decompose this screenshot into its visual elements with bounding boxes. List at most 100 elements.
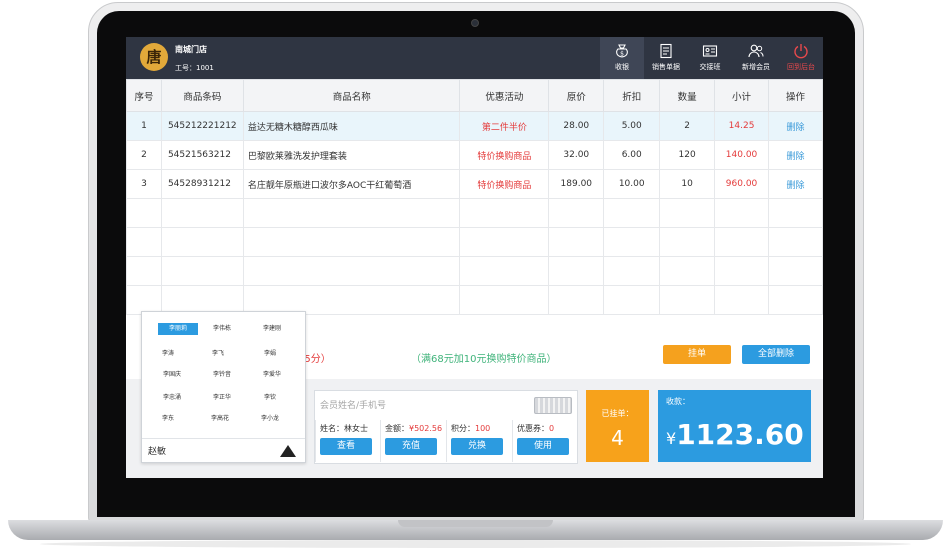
total-label: 收款： <box>666 397 690 406</box>
suggestion-item[interactable]: 李伟栋 <box>202 323 242 335</box>
member-points-cell: 积分：100 兑换 <box>446 420 509 462</box>
table-row[interactable]: 2 54521563212 巴黎欧莱雅洗发护理套装 特价换购商品 32.00 6… <box>126 140 823 170</box>
col-header-subtotal: 小计 <box>714 79 770 112</box>
empty-row <box>126 256 823 286</box>
suggestion-item[interactable]: 李钤音 <box>202 369 242 381</box>
suggestion-item[interactable]: 李娟 <box>250 348 290 360</box>
view-member-button[interactable]: 查看 <box>320 438 372 455</box>
table-row[interactable]: 1 545212221212 益达无糖木糖醇西瓜味 第二件半价 28.00 5.… <box>126 111 823 141</box>
row-code: 54521563212 <box>160 140 244 170</box>
suggestion-item[interactable]: 李丽莉 <box>158 323 198 335</box>
suggestion-item[interactable]: 李忠涌 <box>152 392 192 404</box>
row-qty[interactable]: 2 <box>659 111 716 141</box>
row-name: 巴黎欧莱雅洗发护理套装 <box>242 140 461 170</box>
hung-orders-count: 4 <box>611 426 624 450</box>
table-row[interactable]: 3 54528931212 名庄靓年原瓶进口波尔多AOC干红葡萄酒 特价换购商品… <box>126 169 823 199</box>
pos-screen: 唐 南城门店 工号：1001 $ 收银 销售单据 交接班 新增会员 回到后台 序… <box>126 37 823 478</box>
triangle-up-icon[interactable] <box>280 445 296 457</box>
table-header-row: 序号 商品条码 商品名称 优惠活动 原价 折扣 数量 小计 操作 <box>126 79 823 112</box>
row-code: 54528931212 <box>160 169 244 199</box>
power-icon <box>793 43 809 59</box>
keyboard-icon[interactable] <box>534 397 572 414</box>
suggestion-item[interactable]: 李爱华 <box>252 369 292 381</box>
delete-link[interactable]: 删除 <box>768 111 823 141</box>
member-points: 100 <box>475 424 491 433</box>
row-promo: 特价换购商品 <box>459 140 550 170</box>
member-coupons: 0 <box>549 424 555 433</box>
promo-text: （满68元加10元换购特价商品） <box>411 354 557 365</box>
row-price: 28.00 <box>548 111 605 141</box>
member-balance: ¥502.56 <box>409 424 443 433</box>
redeem-button[interactable]: 兑换 <box>451 438 503 455</box>
shift-handover-button[interactable]: 交接班 <box>688 37 732 79</box>
col-header-code: 商品条码 <box>160 79 244 112</box>
add-member-button[interactable]: 新增会员 <box>734 37 778 79</box>
store-name: 南城门店 <box>175 45 207 54</box>
suggestion-item[interactable]: 李建刚 <box>252 323 292 335</box>
recharge-button[interactable]: 充值 <box>385 438 437 455</box>
col-header-price: 原价 <box>548 79 605 112</box>
top-bar: 唐 南城门店 工号：1001 $ 收银 销售单据 交接班 新增会员 回到后台 <box>126 37 823 79</box>
row-price: 189.00 <box>548 169 605 199</box>
col-header-no: 序号 <box>126 79 162 112</box>
row-qty[interactable]: 120 <box>659 140 716 170</box>
sales-records-button[interactable]: 销售单据 <box>644 37 688 79</box>
money-bag-icon: $ <box>614 43 630 59</box>
row-discount[interactable]: 6.00 <box>603 140 661 170</box>
suggestion-input-value[interactable]: 赵敏 <box>148 444 166 457</box>
name-suggestion-popup: 李丽莉 李伟栋 李建刚 李涛 李飞 李娟 李国庆 李钤音 李爱华 李忠涌 李正华… <box>141 311 306 463</box>
use-coupon-button[interactable]: 使用 <box>517 438 569 455</box>
empty-row <box>126 227 823 257</box>
col-header-qty: 数量 <box>659 79 716 112</box>
suggestion-input-row[interactable]: 赵敏 <box>142 438 305 463</box>
row-no: 3 <box>126 169 162 199</box>
suggestion-item[interactable]: 李钦 <box>250 392 290 404</box>
row-promo: 第二件半价 <box>459 111 550 141</box>
row-code: 545212221212 <box>160 111 244 141</box>
delete-link[interactable]: 删除 <box>768 140 823 170</box>
suggestion-item[interactable]: 李正华 <box>202 392 242 404</box>
member-panel: 会员姓名/手机号 姓名：林女士 查看 金额：¥502.56 充值 积分：100 … <box>314 390 578 464</box>
row-subtotal: 14.25 <box>714 111 770 141</box>
hung-orders-button[interactable]: 已挂单： 4 <box>586 390 649 462</box>
cart-table: 序号 商品条码 商品名称 优惠活动 原价 折扣 数量 小计 操作 1 54521… <box>126 79 823 315</box>
row-qty[interactable]: 10 <box>659 169 716 199</box>
row-name: 益达无糖木糖醇西瓜味 <box>242 111 461 141</box>
svg-text:$: $ <box>620 51 624 58</box>
row-no: 1 <box>126 111 162 141</box>
suggestion-item[interactable]: 李飞 <box>198 348 238 360</box>
delete-all-button[interactable]: 全部删除 <box>742 345 810 364</box>
suggestion-item[interactable]: 李小龙 <box>250 413 290 425</box>
col-header-name: 商品名称 <box>242 79 461 112</box>
col-header-promo: 优惠活动 <box>459 79 550 112</box>
id-card-icon <box>702 43 718 59</box>
suggestion-item[interactable]: 李高花 <box>200 413 240 425</box>
row-name: 名庄靓年原瓶进口波尔多AOC干红葡萄酒 <box>242 169 461 199</box>
cashier-button[interactable]: $ 收银 <box>600 37 644 79</box>
row-discount[interactable]: 10.00 <box>603 169 661 199</box>
suggestion-item[interactable]: 李涛 <box>148 348 188 360</box>
empty-row <box>126 198 823 228</box>
staff-id: 工号：1001 <box>175 64 214 72</box>
camera-icon <box>471 19 479 27</box>
member-coupon-cell: 优惠券：0 使用 <box>512 420 575 462</box>
suggestion-item[interactable]: 李东 <box>148 413 188 425</box>
row-no: 2 <box>126 140 162 170</box>
member-balance-cell: 金额：¥502.56 充值 <box>380 420 443 462</box>
member-name: 林女士 <box>344 424 368 433</box>
laptop-shadow <box>40 540 911 548</box>
suggestion-item[interactable]: 李国庆 <box>152 369 192 381</box>
col-header-discount: 折扣 <box>603 79 661 112</box>
checkout-button[interactable]: 收款： ¥1123.60 <box>658 390 811 462</box>
row-subtotal: 140.00 <box>714 140 770 170</box>
back-to-admin-button[interactable]: 回到后台 <box>779 37 823 79</box>
row-discount[interactable]: 5.00 <box>603 111 661 141</box>
member-search-input[interactable]: 会员姓名/手机号 <box>320 396 570 416</box>
total-amount: ¥1123.60 <box>666 418 804 451</box>
add-member-icon <box>748 43 764 59</box>
row-price: 32.00 <box>548 140 605 170</box>
hang-order-button[interactable]: 挂单 <box>663 345 731 364</box>
laptop-notch <box>398 520 553 527</box>
delete-link[interactable]: 删除 <box>768 169 823 199</box>
hung-orders-label: 已挂单： <box>601 409 634 418</box>
